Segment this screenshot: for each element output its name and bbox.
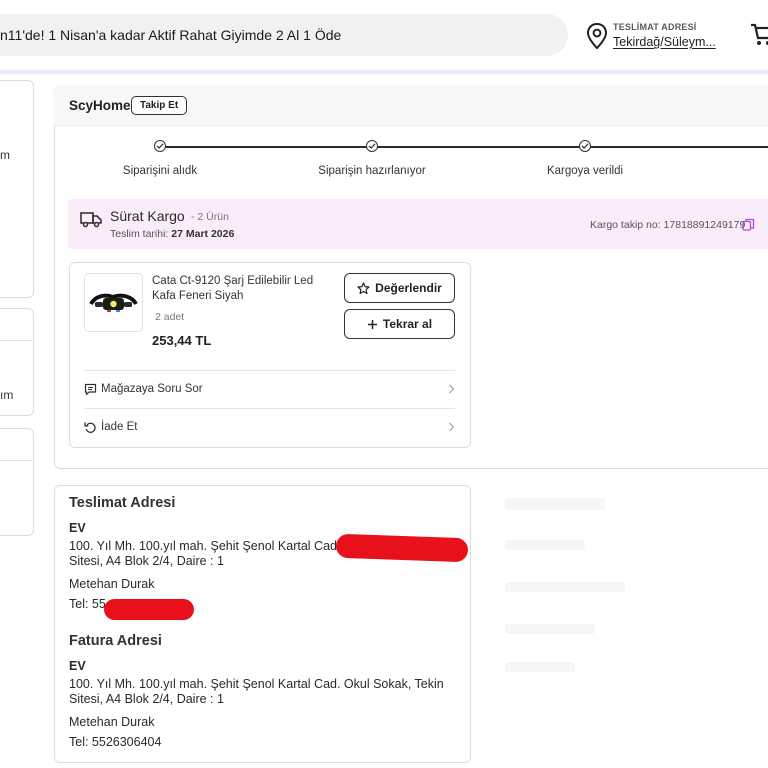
- ask-store-label: Mağazaya Soru Sor: [101, 383, 203, 395]
- return-label: İade Et: [101, 421, 138, 433]
- placeholder-skeleton: [505, 582, 625, 592]
- reorder-button[interactable]: Tekrar al: [344, 309, 455, 339]
- follow-button[interactable]: Takip Et: [131, 96, 188, 115]
- cart-icon[interactable]: [750, 20, 768, 48]
- billing-address-title: Fatura Adresi: [69, 633, 162, 649]
- redaction-mark: [335, 533, 469, 563]
- sidebar-item-fragment-1[interactable]: m: [0, 148, 10, 162]
- promo-text: n11'de! 1 Nisan'a kadar Aktif Rahat Giyi…: [0, 27, 342, 43]
- plus-icon: [367, 319, 377, 329]
- product-image[interactable]: [84, 273, 143, 332]
- chevron-right-icon: [449, 422, 455, 432]
- sidebar-item-fragment-2[interactable]: ım: [0, 388, 13, 402]
- delivery-address-line1: 100. Yıl Mh. 100.yıl mah. Şehit Şenol Ka…: [69, 539, 341, 553]
- cargo-company: Sürat Kargo: [110, 208, 185, 224]
- return-icon: [84, 422, 96, 433]
- step-check-icon: [154, 140, 166, 152]
- chat-icon: [84, 383, 97, 395]
- step-check-icon: [366, 140, 378, 152]
- tracking-progress-line: [160, 146, 768, 148]
- placeholder-skeleton: [505, 498, 605, 510]
- divider: [84, 408, 455, 409]
- redaction-mark: [104, 599, 194, 620]
- divider: [84, 370, 455, 371]
- step-label-ordered: Siparişini alıdk: [122, 165, 198, 177]
- reorder-button-label: Tekrar al: [382, 317, 433, 331]
- placeholder-skeleton: [505, 662, 575, 672]
- sidebar-divider: [0, 340, 32, 341]
- copy-icon[interactable]: [742, 218, 755, 231]
- billing-address-line2: Sitesi, A4 Blok 2/4, Daire : 1: [69, 692, 224, 706]
- delivery-address-label: TESLİMAT ADRESİ: [613, 22, 697, 32]
- headlamp-image: [89, 293, 138, 312]
- truck-icon: [80, 212, 102, 228]
- delivery-address-line2: Sitesi, A4 Blok 2/4, Daire : 1: [69, 554, 224, 568]
- billing-address-line1: 100. Yıl Mh. 100.yıl mah. Şehit Şenol Ka…: [69, 677, 444, 691]
- promo-search-bar[interactable]: n11'de! 1 Nisan'a kadar Aktif Rahat Giyi…: [0, 14, 568, 56]
- star-icon: [357, 281, 370, 294]
- delivery-address-type: EV: [69, 521, 86, 535]
- ask-store-link[interactable]: Mağazaya Soru Sor: [84, 379, 455, 399]
- step-check-icon: [579, 140, 591, 152]
- product-name[interactable]: Cata Ct-9120 Şarj Edilebilir Led Kafa Fe…: [152, 274, 337, 304]
- seller-name[interactable]: ScyHome: [69, 98, 131, 113]
- delivery-date: 27 Mart 2026: [171, 228, 235, 240]
- return-link[interactable]: İade Et: [84, 417, 455, 437]
- sidebar-divider: [0, 460, 32, 461]
- billing-phone: Tel: 5526306404: [69, 735, 162, 749]
- sidebar-panel-bottom: [0, 428, 34, 536]
- header-divider: [0, 70, 768, 74]
- delivery-address-link[interactable]: Tekirdağ/Süleym...: [613, 35, 716, 49]
- rate-button[interactable]: Değerlendir: [344, 273, 455, 303]
- chevron-right-icon: [449, 384, 455, 394]
- cargo-item-count: - 2 Ürün: [191, 211, 229, 223]
- delivery-date-row: Teslim tarihi: 27 Mart 2026: [110, 228, 234, 240]
- delivery-recipient-name: Metehan Durak: [69, 577, 155, 591]
- step-label-preparing: Siparişin hazırlanıyor: [318, 165, 426, 177]
- placeholder-skeleton: [505, 624, 595, 634]
- placeholder-skeleton: [505, 540, 585, 550]
- tracking-number: Kargo takip no: 17818891249179: [590, 219, 746, 231]
- delivery-address-title: Teslimat Adresi: [69, 495, 176, 511]
- location-pin-icon[interactable]: [584, 22, 610, 50]
- delivery-date-label: Teslim tarihi:: [110, 228, 169, 240]
- sidebar-panel-top: [0, 80, 34, 298]
- step-label-shipped: Kargoya verildi: [546, 165, 624, 177]
- billing-address-type: EV: [69, 659, 86, 673]
- billing-recipient-name: Metehan Durak: [69, 715, 155, 729]
- product-quantity: 2 adet: [155, 311, 185, 323]
- product-price: 253,44 TL: [152, 333, 212, 348]
- delivery-phone: Tel: 55: [69, 597, 106, 611]
- rate-button-label: Değerlendir: [375, 281, 442, 295]
